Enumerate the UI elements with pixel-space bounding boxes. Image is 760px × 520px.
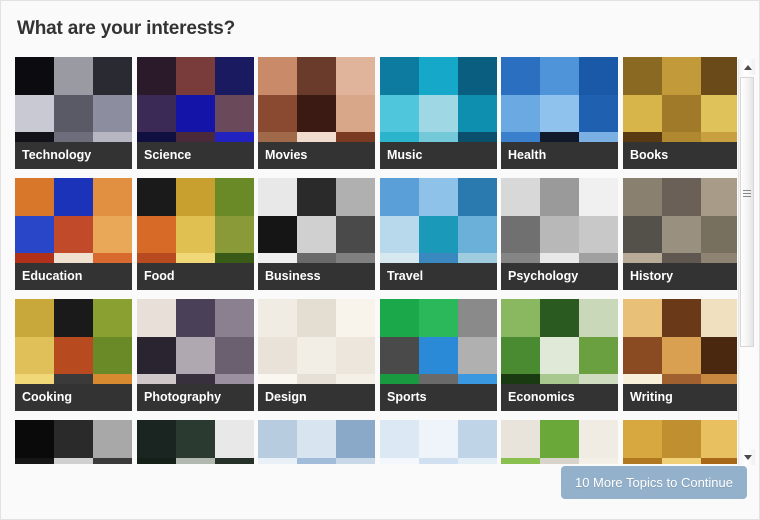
topic-tile-label: Photography: [137, 384, 254, 411]
topic-tile[interactable]: Cooking: [15, 299, 132, 411]
topic-tile[interactable]: Education: [15, 178, 132, 290]
topic-tile-label: Travel: [380, 263, 497, 290]
topic-tile[interactable]: Writing: [623, 299, 737, 411]
scrollbar-thumb[interactable]: [740, 77, 754, 347]
topic-tile[interactable]: Music: [380, 57, 497, 169]
topic-thumbnail: [15, 420, 132, 464]
topic-tile[interactable]: [137, 420, 254, 464]
topics-grid-viewport: Technology Science Movies Music Health Books E…: [15, 57, 737, 467]
topic-tile-label: Health: [501, 142, 618, 169]
topic-tile[interactable]: Travel: [380, 178, 497, 290]
page-title: What are your interests?: [17, 18, 235, 39]
topic-tile-label: Movies: [258, 142, 375, 169]
grip-lines-icon: [743, 190, 751, 199]
topic-tile-label: Education: [15, 263, 132, 290]
topic-tile-label: History: [623, 263, 737, 290]
topic-tile-label: Psychology: [501, 263, 618, 290]
topic-tile[interactable]: Psychology: [501, 178, 618, 290]
topic-tile[interactable]: [258, 420, 375, 464]
topic-tile[interactable]: [501, 420, 618, 464]
topic-tile[interactable]: Photography: [137, 299, 254, 411]
topic-tile-label: Food: [137, 263, 254, 290]
topic-tile-label: Books: [623, 142, 737, 169]
scroll-down-arrow-icon[interactable]: [739, 449, 756, 465]
topic-tile[interactable]: Business: [258, 178, 375, 290]
topic-tile[interactable]: [15, 420, 132, 464]
topic-tile[interactable]: Technology: [15, 57, 132, 169]
topic-tile-label: Technology: [15, 142, 132, 169]
topic-thumbnail: [137, 420, 254, 464]
continue-button[interactable]: 10 More Topics to Continue: [560, 466, 747, 499]
topic-tile[interactable]: Health: [501, 57, 618, 169]
scroll-up-arrow-icon[interactable]: [739, 59, 756, 75]
topic-tile[interactable]: [380, 420, 497, 464]
topic-tile[interactable]: History: [623, 178, 737, 290]
topics-grid: Technology Science Movies Music Health Books E…: [15, 57, 737, 467]
topic-tile[interactable]: Design: [258, 299, 375, 411]
topic-tile-label: Writing: [623, 384, 737, 411]
topic-thumbnail: [501, 420, 618, 464]
topic-tile-label: Design: [258, 384, 375, 411]
topic-tile-label: Cooking: [15, 384, 132, 411]
topic-tile[interactable]: Sports: [380, 299, 497, 411]
topic-tile-label: Music: [380, 142, 497, 169]
topic-thumbnail: [258, 420, 375, 464]
topic-tile[interactable]: Movies: [258, 57, 375, 169]
topic-tile[interactable]: Books: [623, 57, 737, 169]
vertical-scrollbar[interactable]: [738, 59, 755, 465]
topic-tile[interactable]: Economics: [501, 299, 618, 411]
topic-thumbnail: [380, 420, 497, 464]
topic-tile[interactable]: Science: [137, 57, 254, 169]
interests-page: What are your interests? Technology Scien…: [0, 0, 760, 520]
topic-tile-label: Science: [137, 142, 254, 169]
topic-thumbnail: [623, 420, 737, 464]
topic-tile[interactable]: Food: [137, 178, 254, 290]
topic-tile-label: Business: [258, 263, 375, 290]
topic-tile-label: Economics: [501, 384, 618, 411]
topic-tile[interactable]: [623, 420, 737, 464]
topic-tile-label: Sports: [380, 384, 497, 411]
